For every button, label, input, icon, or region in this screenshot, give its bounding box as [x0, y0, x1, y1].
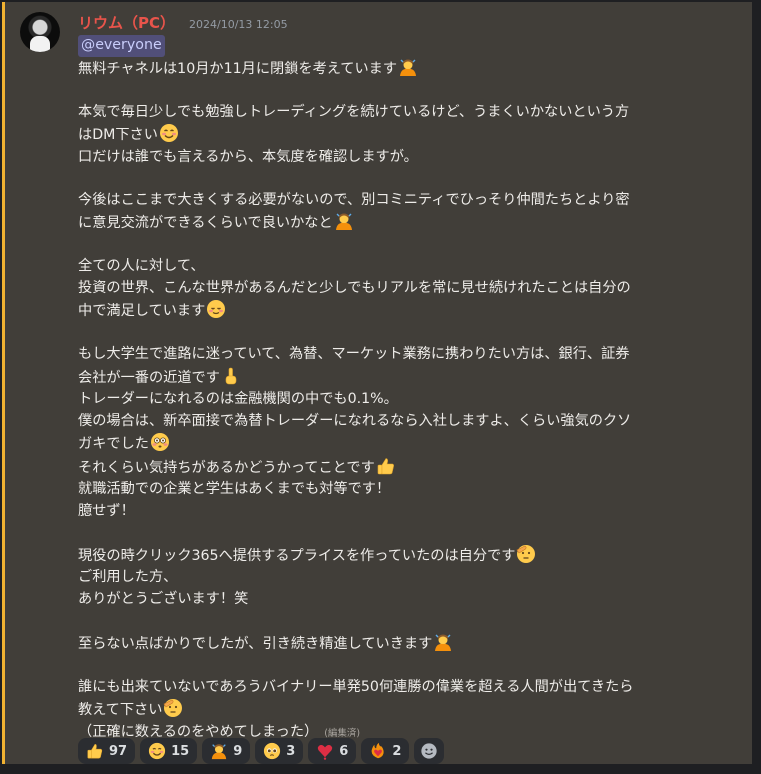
message-line: 口だけは誰でも言えるから、本気度を確認しますが。	[78, 147, 718, 169]
point-up-icon	[221, 366, 241, 386]
message-text: ご利用した方、	[78, 569, 178, 585]
message-lines: 無料チャネルは10月か11月に閉鎖を考えています本気で毎日少しでも勉強しトレーデ…	[78, 57, 718, 745]
message-text: ガキでした	[78, 436, 149, 452]
mention-everyone[interactable]: @everyone	[78, 35, 165, 57]
person-bowing-icon	[398, 57, 418, 77]
reaction-count: 6	[339, 743, 349, 759]
add-reaction-icon	[420, 742, 438, 760]
message-header: リウム（PC） 2024/10/13 12:05	[78, 12, 288, 34]
message-line: 至らない点ばかりでしたが、引き続き精進していきます	[78, 632, 718, 656]
message-line: 就職活動での企業と学生はあくまでも対等です！	[78, 479, 718, 501]
message-line: 教えて下さい	[78, 698, 718, 722]
message-line: 全ての人に対して、	[78, 256, 718, 278]
reaction-heart-exclamation[interactable]: 6	[308, 738, 357, 764]
message-text: 投資の世界、こんな世界があるんだと少しでもリアルを常に見せ続けれたことは自分の	[78, 279, 631, 296]
highlighted-message: リウム（PC） 2024/10/13 12:05 @everyone 無料チャネ…	[2, 2, 752, 764]
saluting-face-icon	[163, 698, 183, 718]
message-line: それくらい気持ちがあるかどうかってことです	[78, 456, 718, 480]
reaction-pleading-face[interactable]: 3	[255, 738, 304, 764]
message-line: ご利用した方、	[78, 567, 718, 589]
smiling-face-icon	[148, 742, 166, 760]
reaction-person-bowing[interactable]: 9	[202, 738, 251, 764]
person-bowing-icon	[433, 632, 453, 652]
person-bowing-icon	[210, 742, 228, 760]
message-line: 本気で毎日少しでも勉強しトレーディングを続けているけど、うまくいかないという方	[78, 102, 718, 124]
message-line	[78, 323, 718, 345]
message-text: 中で満足しています	[78, 303, 206, 319]
message-line	[78, 610, 718, 632]
thumbs-up-icon	[86, 742, 104, 760]
message-line: 誰にも出来ていないであろうバイナリー単発50何連勝の偉業を超える人間が出てきたら	[78, 677, 718, 699]
message-text: 会社が一番の近道です	[78, 369, 220, 386]
message-text: 現役の時クリック365へ提供するプライスを作っていたのは自分です	[78, 547, 516, 564]
reaction-count: 9	[233, 743, 243, 759]
message-line: 今後はここまで大きくする必要がないので、別コミニティでひっそり仲間たちとより密	[78, 190, 718, 212]
message-text: それくらい気持ちがあるかどうかってことです	[78, 459, 375, 476]
message-line	[78, 522, 718, 544]
saluting-face-icon	[516, 544, 536, 564]
message-line: ありがとうございます！笑	[78, 589, 718, 611]
reaction-thumbs-up[interactable]: 97	[78, 738, 136, 764]
message-text: 教えて下さい	[78, 702, 163, 718]
message-line	[78, 80, 718, 102]
message-line	[78, 235, 718, 257]
message-body: @everyone 無料チャネルは10月か11月に閉鎖を考えています本気で毎日少…	[78, 35, 718, 744]
message-line: はDM下さい	[78, 123, 718, 147]
reaction-smiling-face[interactable]: 15	[140, 738, 198, 764]
reaction-heart-on-fire[interactable]: 2	[361, 738, 410, 764]
message-line	[78, 655, 718, 677]
heart-exclamation-icon	[316, 742, 334, 760]
message-line: トレーダーになれるのは金融機関の中でも0.1%。	[78, 389, 718, 411]
discord-window: リウム（PC） 2024/10/13 12:05 @everyone 無料チャネ…	[0, 0, 761, 774]
message-line: 僕の場合は、新卒面接で為替トレーダーになれるなら入社しますよ、くらい強気のクソ	[78, 411, 718, 433]
message-line: 投資の世界、こんな世界があるんだと少しでもリアルを常に見せ続けれたことは自分の	[78, 278, 718, 300]
message-text: もし大学生で進路に迷っていて、為替、マーケット業務に携わりたい方は、銀行、証券	[78, 346, 630, 362]
reaction-count: 97	[109, 743, 128, 759]
message-text: 臆せず！	[78, 502, 135, 519]
message-text: 就職活動での企業と学生はあくまでも対等です！	[78, 481, 391, 497]
message-text: 今後はここまで大きくする必要がないので、別コミニティでひっそり仲間たちとより密	[78, 191, 630, 208]
reaction-count: 15	[171, 743, 190, 759]
message-line: もし大学生で進路に迷っていて、為替、マーケット業務に携わりたい方は、銀行、証券	[78, 344, 718, 366]
smiling-face-icon	[159, 123, 179, 143]
avatar[interactable]	[20, 12, 60, 52]
timestamp: 2024/10/13 12:05	[189, 18, 288, 31]
message-line: に意見交流ができるくらいで良いかなと	[78, 211, 718, 235]
message-text: に意見交流ができるくらいで良いかなと	[78, 215, 333, 231]
message-text: 至らない点ばかりでしたが、引き続き精進していきます	[78, 635, 433, 652]
message-text: トレーダーになれるのは金融機関の中でも0.1%。	[78, 391, 398, 407]
message-line: 会社が一番の近道です	[78, 366, 718, 390]
message-line: 無料チャネルは10月か11月に閉鎖を考えています	[78, 57, 718, 81]
message-text: ありがとうございます！笑	[78, 590, 249, 607]
edited-label: (編集済)	[324, 727, 361, 739]
heart-on-fire-icon	[369, 742, 387, 760]
message-line: 臆せず！	[78, 501, 718, 523]
message-text: 誰にも出来ていないであろうバイナリー単発50何連勝の偉業を超える人間が出てきたら	[78, 678, 634, 695]
reaction-bar: 97 15 9 3 6 2	[78, 738, 445, 764]
message-text: 全ての人に対して、	[78, 258, 205, 274]
thumbs-up-icon	[376, 456, 396, 476]
reaction-count: 2	[392, 743, 402, 759]
flushed-face-icon	[150, 432, 170, 452]
add-reaction-button[interactable]	[414, 738, 445, 764]
person-bowing-icon	[334, 211, 354, 231]
relieved-face-icon	[206, 299, 226, 319]
message-line	[78, 168, 718, 190]
message-text: 本気で毎日少しでも勉強しトレーディングを続けているけど、うまくいかないという方	[78, 103, 630, 120]
username[interactable]: リウム（PC）	[78, 12, 175, 33]
message-text: 口だけは誰でも言えるから、本気度を確認しますが。	[78, 148, 418, 165]
message-text: はDM下さい	[78, 127, 158, 143]
message-line: 現役の時クリック365へ提供するプライスを作っていたのは自分です	[78, 544, 718, 568]
message-text: 僕の場合は、新卒面接で為替トレーダーになれるなら入社しますよ、くらい強気のクソ	[78, 412, 632, 429]
reaction-count: 3	[286, 743, 296, 759]
message-line: 中で満足しています	[78, 299, 718, 323]
avatar-figure	[30, 36, 50, 52]
pleading-face-icon	[263, 742, 281, 760]
message-line: ガキでした	[78, 432, 718, 456]
message-text: 無料チャネルは10月か11月に閉鎖を考えています	[78, 60, 398, 77]
